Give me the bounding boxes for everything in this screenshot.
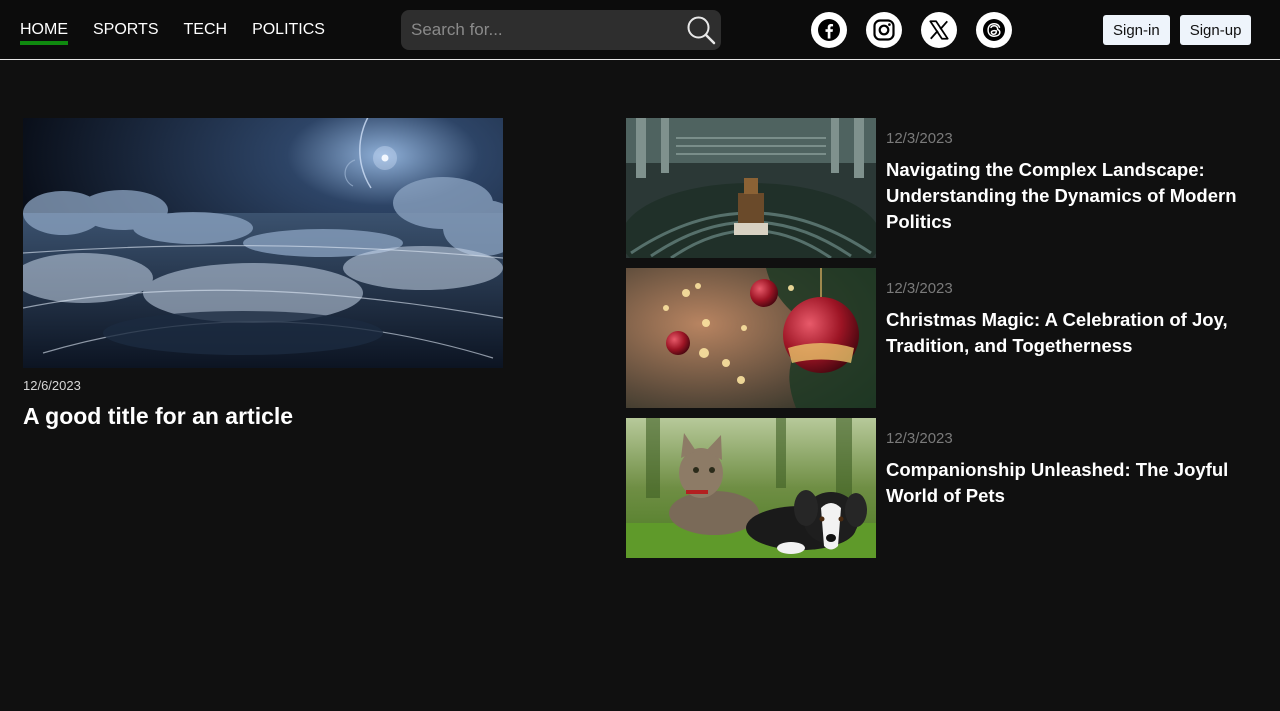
auth-buttons: Sign-in Sign-up	[1103, 15, 1261, 45]
facebook-icon[interactable]	[811, 12, 847, 48]
search-input[interactable]	[401, 10, 681, 50]
article-title[interactable]: Companionship Unleashed: The Joyful Worl…	[886, 457, 1256, 509]
search-icon[interactable]	[683, 12, 719, 48]
threads-icon[interactable]	[976, 12, 1012, 48]
article-date: 12/3/2023	[886, 430, 953, 447]
article-thumbnail-christmas[interactable]	[626, 268, 876, 408]
article-list: 12/3/2023 Navigating the Complex Landsca…	[626, 118, 1266, 568]
main-nav: HOME SPORTS TECH POLITICS	[20, 0, 350, 60]
article-date: 12/3/2023	[886, 280, 953, 297]
signup-button[interactable]: Sign-up	[1179, 15, 1252, 45]
article-date: 12/3/2023	[886, 130, 953, 147]
featured-article[interactable]: 12/6/2023 A good title for an article	[23, 118, 503, 430]
featured-article-image[interactable]	[23, 118, 503, 368]
search-bar	[401, 10, 721, 50]
signin-button[interactable]: Sign-in	[1103, 15, 1170, 45]
article-title[interactable]: Christmas Magic: A Celebration of Joy, T…	[886, 307, 1256, 359]
featured-article-title[interactable]: A good title for an article	[23, 403, 503, 430]
instagram-icon[interactable]	[866, 12, 902, 48]
nav-item-home[interactable]: HOME	[20, 0, 68, 60]
article-thumbnail-pets[interactable]	[626, 418, 876, 558]
social-links	[811, 12, 1031, 48]
site-header: HOME SPORTS TECH POLITICS Search for... …	[0, 0, 1280, 60]
x-icon[interactable]	[921, 12, 957, 48]
article-title[interactable]: Navigating the Complex Landscape: Unders…	[886, 157, 1256, 235]
nav-item-sports[interactable]: SPORTS	[93, 0, 159, 60]
list-item[interactable]: 12/3/2023 Navigating the Complex Landsca…	[626, 118, 1266, 258]
nav-item-tech[interactable]: TECH	[184, 0, 228, 60]
featured-article-date: 12/6/2023	[23, 378, 81, 393]
article-thumbnail-parliament[interactable]	[626, 118, 876, 258]
list-item[interactable]: 12/3/2023 Christmas Magic: A Celebration…	[626, 268, 1266, 408]
nav-item-politics[interactable]: POLITICS	[252, 0, 325, 60]
list-item[interactable]: 12/3/2023 Companionship Unleashed: The J…	[626, 418, 1266, 558]
